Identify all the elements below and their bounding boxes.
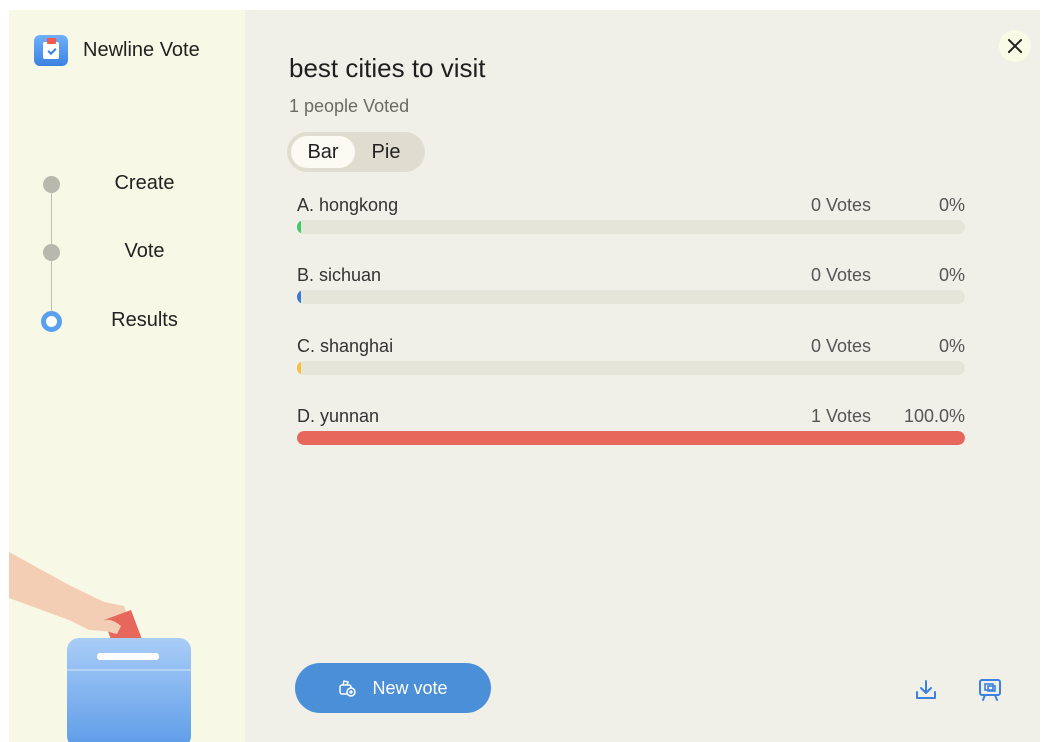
step-active-dot-icon bbox=[41, 311, 62, 332]
result-bar-track bbox=[297, 220, 965, 234]
option-name: D. yunnan bbox=[297, 406, 380, 426]
toggle-pie-option[interactable]: Pie bbox=[355, 136, 417, 168]
option-percent: 100.0% bbox=[903, 406, 965, 426]
step-create: Create bbox=[9, 170, 245, 200]
result-bar-track bbox=[297, 290, 965, 304]
step-label: Create bbox=[114, 172, 175, 194]
option-percent: 0% bbox=[938, 336, 965, 356]
close-button[interactable] bbox=[999, 30, 1031, 62]
result-bar-track bbox=[297, 361, 965, 375]
vote-window: Newline Vote Create Vote Results best ci… bbox=[9, 10, 1040, 742]
result-row: A. hongkong 0 Votes 0% bbox=[297, 195, 965, 255]
chart-type-toggle: Bar Pie bbox=[287, 132, 425, 172]
app-brand: Newline Vote bbox=[34, 35, 200, 66]
result-row: C. shanghai 0 Votes 0% bbox=[297, 336, 965, 396]
result-bar-fill bbox=[297, 431, 965, 445]
ballot-box-illustration bbox=[9, 552, 191, 742]
step-label: Vote bbox=[124, 240, 165, 262]
new-vote-label: New vote bbox=[372, 677, 448, 698]
result-bar-track bbox=[297, 431, 965, 445]
option-percent: 0% bbox=[938, 265, 965, 285]
download-icon[interactable] bbox=[913, 677, 939, 703]
option-votes: 0 Votes bbox=[810, 195, 871, 215]
voted-count: 1 people Voted bbox=[289, 96, 410, 116]
new-vote-button[interactable]: New vote bbox=[295, 663, 491, 713]
result-bar-fill bbox=[297, 290, 301, 304]
option-name: A. hongkong bbox=[297, 195, 399, 215]
sidebar: Newline Vote Create Vote Results bbox=[9, 10, 245, 742]
option-votes: 0 Votes bbox=[810, 265, 871, 285]
option-votes: 0 Votes bbox=[810, 336, 871, 356]
option-name: C. shanghai bbox=[297, 336, 394, 356]
step-vote: Vote bbox=[9, 238, 245, 268]
option-votes: 1 Votes bbox=[810, 406, 871, 426]
close-icon bbox=[1008, 39, 1022, 53]
step-tracker: Create Vote Results bbox=[9, 170, 245, 332]
ballot-box-add-icon bbox=[339, 680, 357, 697]
result-bar-fill bbox=[297, 220, 301, 234]
result-row: D. yunnan 1 Votes 100.0% bbox=[297, 406, 965, 466]
toggle-bar-option[interactable]: Bar bbox=[291, 136, 355, 168]
vote-app-icon bbox=[34, 35, 68, 66]
step-dot-icon bbox=[43, 176, 60, 193]
result-row: B. sichuan 0 Votes 0% bbox=[297, 265, 965, 325]
step-dot-icon bbox=[43, 244, 60, 261]
screen-share-icon[interactable] bbox=[977, 677, 1003, 703]
option-percent: 0% bbox=[938, 195, 965, 215]
poll-title: best cities to visit bbox=[289, 53, 486, 83]
step-label: Results bbox=[111, 309, 178, 331]
step-results: Results bbox=[9, 307, 245, 337]
result-bar-fill bbox=[297, 361, 301, 375]
option-name: B. sichuan bbox=[297, 265, 382, 285]
app-title: Newline Vote bbox=[83, 39, 200, 61]
